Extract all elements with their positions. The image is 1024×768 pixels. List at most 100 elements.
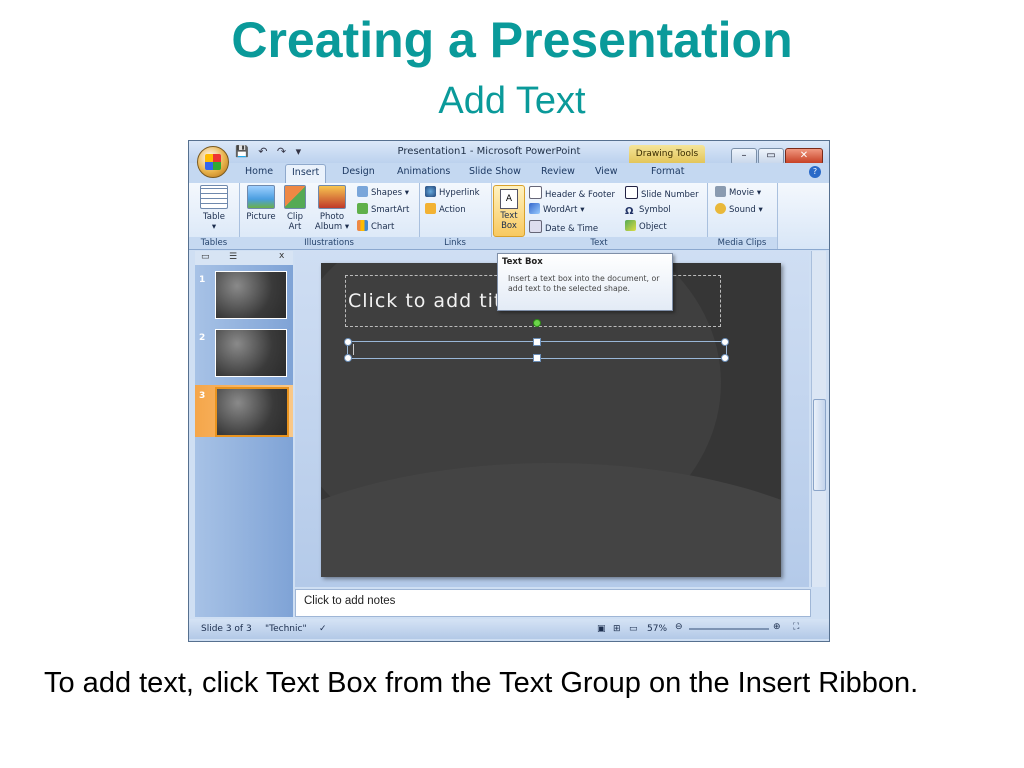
thumbnail-image <box>215 329 287 377</box>
tab-format[interactable]: Format <box>651 166 684 177</box>
chart-icon <box>357 220 368 231</box>
undo-icon[interactable]: ↶ <box>258 145 267 158</box>
slide-thumbnail-3[interactable]: 3 <box>195 385 293 437</box>
object-button[interactable]: Object <box>625 220 667 234</box>
customize-icon[interactable]: ▾ <box>296 145 302 158</box>
shapes-icon <box>357 186 368 197</box>
thumbnail-image <box>215 387 289 437</box>
photo-album-button[interactable]: Photo Album ▾ <box>311 185 353 232</box>
tab-insert[interactable]: Insert <box>285 164 327 183</box>
symbol-button[interactable]: Ω Symbol <box>625 203 671 217</box>
symbol-label: Symbol <box>639 205 671 215</box>
slide-number-button[interactable]: Slide Number <box>625 186 699 200</box>
theme-name: "Technic" <box>265 624 307 634</box>
zoom-slider[interactable] <box>689 628 769 630</box>
thumbnail-number: 3 <box>199 391 206 401</box>
resize-handle[interactable] <box>721 354 729 362</box>
resize-handle[interactable] <box>533 354 541 362</box>
slide-subtitle: Add Text <box>438 80 586 122</box>
object-icon <box>625 220 636 231</box>
group-label-links: Links <box>419 237 491 249</box>
slide-count: Slide 3 of 3 <box>201 624 252 634</box>
thumbnail-number: 2 <box>199 333 206 343</box>
slide-sorter-icon[interactable]: ⊞ <box>613 624 621 634</box>
slide-background-curve <box>321 463 781 577</box>
object-label: Object <box>639 222 667 232</box>
clip-art-label-2: Art <box>288 222 302 232</box>
text-box-button[interactable]: A Text Box <box>493 185 525 237</box>
resize-handle[interactable] <box>721 338 729 346</box>
wordart-icon <box>529 203 540 214</box>
slide-number-icon <box>625 186 638 199</box>
notes-pane[interactable]: Click to add notes <box>295 589 811 617</box>
scrollbar-thumb[interactable] <box>813 399 826 491</box>
tab-review[interactable]: Review <box>541 166 575 177</box>
save-icon[interactable]: 💾 <box>235 145 249 158</box>
calendar-icon <box>529 220 542 233</box>
movie-button[interactable]: Movie ▾ <box>715 186 761 200</box>
movie-icon <box>715 186 726 197</box>
pane-close-icon[interactable]: x <box>279 251 284 261</box>
slide-thumbnail-1[interactable]: 1 <box>195 269 293 321</box>
group-label-media: Media Clips <box>707 237 777 249</box>
rotate-handle[interactable] <box>533 319 541 327</box>
tab-design[interactable]: Design <box>342 166 375 177</box>
slides-tab-icon[interactable]: ▭ <box>201 252 210 262</box>
shapes-button[interactable]: Shapes ▾ <box>357 186 409 200</box>
sound-button[interactable]: Sound ▾ <box>715 203 763 217</box>
slide-thumbnail-2[interactable]: 2 <box>195 327 293 379</box>
vertical-scrollbar[interactable] <box>811 251 826 587</box>
resize-handle[interactable] <box>533 338 541 346</box>
thumbnail-image <box>215 271 287 319</box>
text-box-tooltip: Text Box Insert a text box into the docu… <box>497 253 673 311</box>
redo-icon[interactable]: ↷ <box>277 145 286 158</box>
sound-label: Sound ▾ <box>729 205 763 215</box>
office-button[interactable] <box>197 146 229 178</box>
smartart-button[interactable]: SmartArt <box>357 203 409 217</box>
text-cursor <box>353 344 354 355</box>
date-time-label: Date & Time <box>545 224 599 234</box>
normal-view-icon[interactable]: ▣ <box>597 624 606 634</box>
action-button[interactable]: Action <box>425 203 466 217</box>
title-bar: 💾 ↶ ↷ ▾ Presentation1 - Microsoft PowerP… <box>189 141 829 165</box>
window-title: Presentation1 - Microsoft PowerPoint <box>397 146 581 157</box>
help-icon[interactable]: ? <box>809 166 821 178</box>
header-footer-button[interactable]: Header & Footer <box>529 186 615 200</box>
picture-label: Picture <box>246 212 276 222</box>
resize-handle[interactable] <box>344 354 352 362</box>
chart-label: Chart <box>371 222 395 232</box>
group-text: A Text Box Header & Footer WordArt ▾ Date… <box>491 183 708 249</box>
table-icon <box>200 185 228 209</box>
text-box-label-2: Box <box>501 221 517 231</box>
tab-home[interactable]: Home <box>245 166 273 177</box>
group-label-text: Text <box>491 237 707 249</box>
new-text-box[interactable] <box>344 319 729 362</box>
dropdown-icon: ▾ <box>211 222 217 232</box>
zoom-level[interactable]: 57% <box>647 624 667 634</box>
group-illustrations: Picture Clip Art Photo Album ▾ Shapes ▾ Sm… <box>239 183 420 249</box>
tab-view[interactable]: View <box>595 166 618 177</box>
hyperlink-button[interactable]: Hyperlink <box>425 186 480 200</box>
picture-button[interactable]: Picture <box>243 185 279 222</box>
window-controls: – ▭ ✕ <box>730 143 823 165</box>
spell-check-icon[interactable]: ✓ <box>319 624 327 634</box>
resize-handle[interactable] <box>344 338 352 346</box>
tab-animations[interactable]: Animations <box>397 166 450 177</box>
slide-show-icon[interactable]: ▭ <box>629 624 638 634</box>
fit-to-window-icon[interactable]: ⛶ <box>793 622 799 632</box>
office-logo-icon <box>205 154 221 170</box>
action-label: Action <box>439 205 466 215</box>
outline-tab-icon[interactable]: ☰ <box>229 252 237 262</box>
slides-pane: ▭ ☰ x 1 2 3 <box>195 251 293 617</box>
smartart-icon <box>357 203 368 214</box>
clip-art-button[interactable]: Clip Art <box>281 185 309 232</box>
wordart-button[interactable]: WordArt ▾ <box>529 203 584 217</box>
zoom-out-icon[interactable]: ⊖ <box>675 622 683 632</box>
table-button[interactable]: Table ▾ <box>197 185 231 232</box>
chart-button[interactable]: Chart <box>357 220 394 234</box>
tab-slide-show[interactable]: Slide Show <box>469 166 521 177</box>
zoom-in-icon[interactable]: ⊕ <box>773 622 781 632</box>
tooltip-title: Text Box <box>502 257 543 267</box>
quick-access-toolbar: 💾 ↶ ↷ ▾ <box>235 145 307 158</box>
date-time-button[interactable]: Date & Time <box>529 220 598 234</box>
